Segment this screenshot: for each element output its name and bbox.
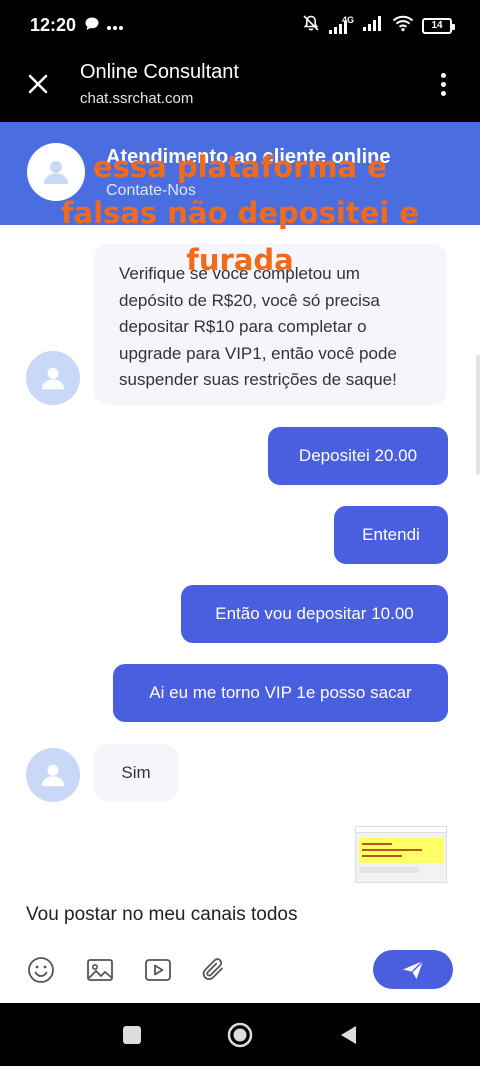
message-text: Entendi bbox=[362, 525, 420, 544]
message-text: Depositei 20.00 bbox=[298, 446, 418, 465]
wifi-icon bbox=[392, 14, 414, 37]
video-icon bbox=[145, 959, 171, 981]
status-time: 12:20 bbox=[30, 15, 77, 35]
more-dot bbox=[440, 81, 446, 87]
image-icon bbox=[87, 959, 113, 981]
message-input[interactable]: Vou postar no meu canais todos bbox=[26, 904, 297, 926]
more-notifications-icon bbox=[106, 18, 124, 36]
mute-icon bbox=[302, 14, 320, 37]
battery-icon: 14 bbox=[422, 17, 455, 34]
message-text: Ai eu me torno VIP 1e posso sacar bbox=[149, 683, 412, 702]
home-button[interactable] bbox=[227, 1022, 253, 1048]
app-title: Online Consultant bbox=[80, 61, 239, 83]
message-bubble-outgoing: Entendi bbox=[334, 506, 448, 564]
paperclip-icon bbox=[202, 958, 223, 980]
message-bubble-outgoing: Então vou depositar 10.00 bbox=[181, 585, 448, 643]
app-url: chat.ssrchat.com bbox=[80, 90, 194, 107]
message-bubble-incoming: Sim bbox=[94, 744, 178, 802]
image-thumbnail[interactable] bbox=[355, 826, 447, 883]
overlay-caption-line: falsas não depositei e bbox=[60, 196, 420, 230]
more-dot bbox=[440, 72, 446, 78]
image-upload-button[interactable] bbox=[85, 955, 115, 985]
send-button[interactable] bbox=[373, 950, 453, 989]
message-text: Então vou depositar 10.00 bbox=[215, 604, 414, 623]
status-bar: 12:20 4G 14 bbox=[0, 0, 480, 52]
close-button[interactable] bbox=[22, 68, 54, 100]
message-text: Verifique se você completou um depósito … bbox=[119, 264, 397, 389]
person-icon bbox=[41, 764, 65, 787]
message-bubble-outgoing: Depositei 20.00 bbox=[268, 427, 448, 485]
overlay-caption-line: essa plataforma e bbox=[93, 150, 387, 184]
chat-notification-icon bbox=[84, 16, 100, 37]
recents-button[interactable] bbox=[119, 1022, 145, 1048]
agent-avatar bbox=[26, 748, 80, 802]
emoji-icon bbox=[28, 957, 54, 983]
signal-icon bbox=[362, 14, 384, 37]
signal-4g-icon: 4G bbox=[328, 15, 354, 35]
attach-file-button[interactable] bbox=[199, 955, 229, 985]
agent-avatar bbox=[26, 351, 80, 405]
recents-icon bbox=[123, 1026, 141, 1044]
send-icon bbox=[403, 960, 424, 979]
video-upload-button[interactable] bbox=[143, 955, 173, 985]
home-icon bbox=[227, 1022, 253, 1048]
composer: Vou postar no meu canais todos bbox=[0, 890, 480, 1003]
app-bar: Online Consultant chat.ssrchat.com bbox=[0, 52, 480, 122]
back-button[interactable] bbox=[335, 1022, 361, 1048]
close-icon bbox=[28, 74, 48, 94]
message-text: Sim bbox=[121, 762, 151, 782]
person-icon bbox=[41, 367, 65, 390]
chat-body[interactable]: Verifique se você completou um depósito … bbox=[0, 225, 480, 890]
overlay-caption-line: furada bbox=[186, 243, 294, 277]
emoji-button[interactable] bbox=[26, 955, 56, 985]
scrollbar[interactable] bbox=[476, 355, 480, 475]
more-options-button[interactable] bbox=[428, 69, 458, 99]
system-nav-bar bbox=[0, 1003, 480, 1066]
more-dot bbox=[440, 90, 446, 96]
message-bubble-outgoing: Ai eu me torno VIP 1e posso sacar bbox=[113, 664, 448, 722]
back-icon bbox=[341, 1026, 356, 1044]
